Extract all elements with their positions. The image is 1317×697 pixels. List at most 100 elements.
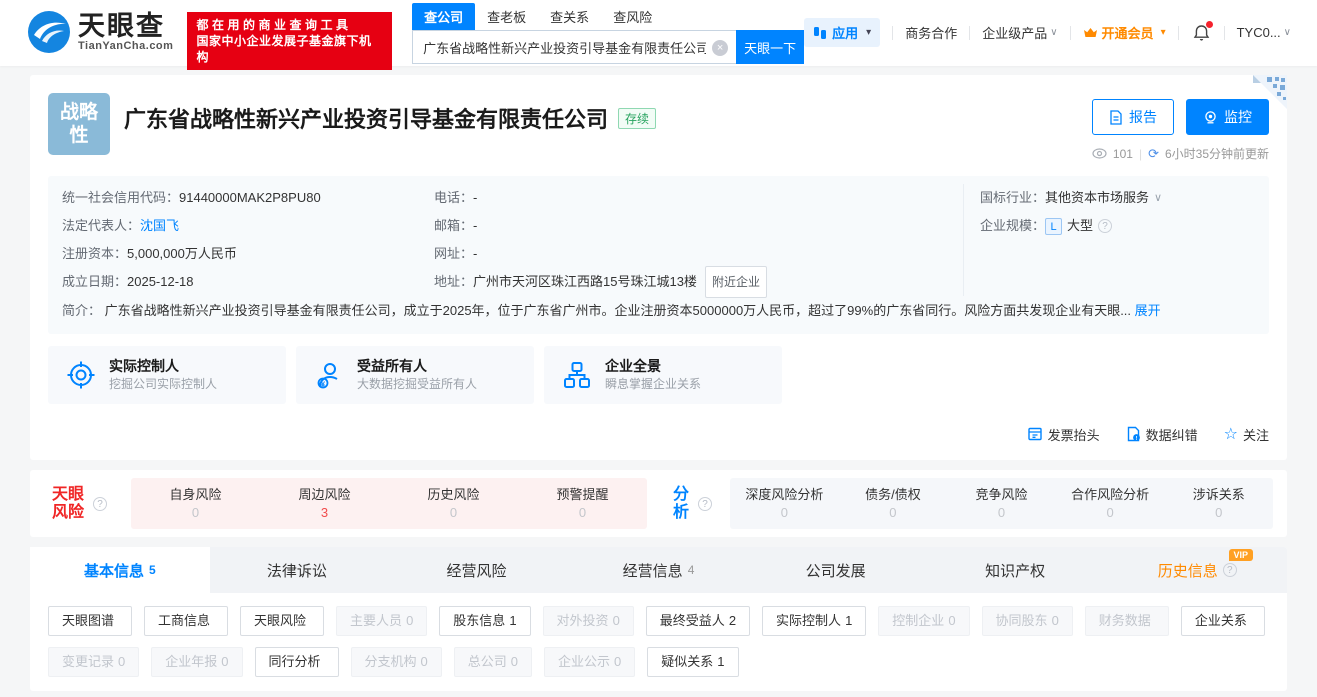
tab-history-info[interactable]: 历史信息 ? VIP	[1107, 547, 1287, 593]
tianyan-risk-logo: 天眼 风险	[52, 485, 85, 521]
eye-icon	[1092, 148, 1107, 159]
stats-divider: |	[1138, 146, 1143, 161]
invoice-icon	[1027, 426, 1043, 442]
chip-tianyan-risk[interactable]: 天眼风险	[240, 606, 325, 636]
apps-label: 应用	[832, 26, 859, 41]
chip-key-personnel: 主要人员 0	[336, 606, 428, 636]
nav-divider	[1223, 25, 1225, 40]
deep-risk-analysis-item[interactable]: 深度风险分析 0	[730, 485, 839, 522]
brand-name: 天眼查	[78, 11, 165, 41]
chip-controlled-companies: 控制企业 0	[878, 606, 970, 636]
actual-controller-card[interactable]: 实际控制人 挖掘公司实际控制人	[48, 346, 286, 404]
analysis-logo: 分 析	[673, 485, 690, 521]
tab-company-development[interactable]: 公司发展	[748, 547, 928, 593]
slogan-line1: 都在用的商业查询工具	[196, 18, 352, 32]
chip-ultimate-beneficiary[interactable]: 最终受益人 2	[645, 606, 751, 636]
chip-shareholders[interactable]: 股东信息 1	[439, 606, 531, 636]
warning-reminder-item[interactable]: 预警提醒 0	[518, 485, 647, 522]
nearby-companies-button[interactable]: 附近企业	[704, 266, 767, 298]
chevron-down-icon: ∨	[1283, 27, 1291, 38]
tab-basic-info[interactable]: 基本信息 5	[30, 547, 210, 593]
litigation-relation-item[interactable]: 涉诉关系 0	[1164, 485, 1273, 522]
correction-doc-icon: !	[1126, 426, 1141, 442]
tab-operational-risk[interactable]: 经营风险	[389, 547, 569, 593]
address-value: 广州市天河区珠江西路15号珠江城13楼	[473, 274, 697, 289]
enterprise-products-menu[interactable]: 企业级产品 ∨	[982, 23, 1057, 42]
update-time: 6小时35分钟前更新	[1164, 147, 1269, 161]
caret-down-icon: ▾	[1160, 27, 1166, 38]
search-tab-relation[interactable]: 查关系	[538, 3, 601, 30]
chip-peer-analysis[interactable]: 同行分析	[254, 647, 339, 677]
company-avatar: 战略 性	[48, 93, 110, 155]
search-tab-boss[interactable]: 查老板	[475, 3, 538, 30]
chevron-down-icon: ∨	[1050, 27, 1058, 38]
chip-suspected-relations[interactable]: 疑似关系 1	[647, 647, 739, 677]
star-icon: ☆	[1223, 426, 1238, 443]
slogan-banner: 都在用的商业查询工具 国家中小企业发展子基金旗下机构	[187, 12, 393, 70]
credit-code-value: 91440000MAK2P8PU80	[179, 190, 321, 205]
question-icon[interactable]: ?	[93, 496, 108, 511]
chip-actual-controller[interactable]: 实际控制人 1	[762, 606, 867, 636]
credit-code-label: 统一社会信用代码：	[62, 190, 180, 205]
chip-tianyan-graph[interactable]: 天眼图谱	[48, 606, 133, 636]
competition-risk-item[interactable]: 竞争风险 0	[947, 485, 1056, 522]
open-vip-menu[interactable]: 开通会员 ▾	[1083, 23, 1166, 42]
expand-link[interactable]: 展开	[1135, 303, 1161, 318]
surrounding-risk-item[interactable]: 周边风险 3	[260, 485, 389, 522]
debt-credit-item[interactable]: 债务/债权 0	[839, 485, 948, 522]
tab-business-info[interactable]: 经营信息 4	[569, 547, 749, 593]
beneficial-owner-card[interactable]: ¥ 受益所有人 大数据挖掘受益所有人	[296, 346, 534, 404]
question-icon[interactable]: ?	[698, 496, 713, 511]
search-tab-risk[interactable]: 查风险	[601, 3, 664, 30]
data-correction-button[interactable]: ! 数据纠错	[1126, 425, 1198, 444]
company-name: 广东省战略性新兴产业投资引导基金有限责任公司	[124, 107, 609, 132]
invoice-title-button[interactable]: 发票抬头	[1027, 425, 1100, 444]
follow-button[interactable]: ☆ 关注	[1224, 424, 1269, 444]
search-tab-company[interactable]: 查公司	[412, 3, 476, 30]
org-chart-icon	[562, 360, 592, 390]
notification-bell-icon[interactable]	[1193, 20, 1213, 42]
chip-annual-reports: 企业年报 0	[151, 647, 243, 677]
business-cooperation-link[interactable]: 商务合作	[905, 23, 957, 42]
chip-company-relations[interactable]: 企业关系	[1180, 606, 1265, 636]
search-area: 查公司 查老板 查关系 查风险 × 天眼一下	[412, 3, 805, 64]
legal-rep-link[interactable]: 沈国飞	[140, 212, 179, 240]
view-count: 101	[1112, 146, 1133, 161]
top-navbar: 天眼查 TianYanCha.com 都在用的商业查询工具 国家中小企业发展子基…	[0, 0, 1317, 70]
nav-divider	[1069, 25, 1071, 40]
intro-label: 简介：	[62, 303, 102, 318]
vip-badge: VIP	[1228, 549, 1254, 561]
main-tabbar: 基本信息 5 法律诉讼 经营风险 经营信息 4 公司发展 知识产权 历史信息 ? V…	[30, 547, 1287, 593]
brand-domain: TianYanCha.com	[78, 40, 174, 52]
slogan-line2: 国家中小企业发展子基金旗下机构	[196, 34, 372, 64]
reg-capital-value: 5,000,000万人民币	[127, 246, 237, 261]
question-icon[interactable]: ?	[1098, 219, 1113, 233]
user-account-menu[interactable]: TYC0... ∨	[1237, 25, 1291, 40]
search-button[interactable]: 天眼一下	[736, 30, 805, 64]
chip-outbound-investment: 对外投资 0	[542, 606, 634, 636]
crown-icon	[1083, 27, 1098, 39]
refresh-icon[interactable]: ⟳	[1148, 146, 1159, 162]
tab-legal-litigation[interactable]: 法律诉讼	[210, 547, 390, 593]
svg-text:!: !	[1135, 436, 1137, 442]
search-input[interactable]	[413, 31, 737, 63]
apps-menu[interactable]: 应用 ▾	[804, 18, 881, 47]
cooperation-risk-item[interactable]: 合作风险分析 0	[1056, 485, 1165, 522]
chip-branches: 分支机构 0	[350, 647, 442, 677]
report-button[interactable]: 报告	[1092, 99, 1174, 135]
scale-value: 大型	[1067, 218, 1094, 233]
corner-qr-decoration[interactable]	[1247, 75, 1287, 115]
chip-business-registration[interactable]: 工商信息	[144, 606, 229, 636]
caret-down-icon: ▾	[866, 27, 872, 38]
tab-intellectual-property[interactable]: 知识产权	[928, 547, 1108, 593]
question-icon: ?	[1222, 563, 1237, 577]
self-risk-item[interactable]: 自身风险 0	[131, 485, 260, 522]
historical-risk-item[interactable]: 历史风险 0	[389, 485, 518, 522]
company-panorama-card[interactable]: 企业全景 瞬息掌握企业关系	[544, 346, 782, 404]
company-summary-card: 战略 性 广东省战略性新兴产业投资引导基金有限责任公司 存续 报告 监控 101…	[30, 75, 1287, 460]
legal-rep-label: 法定代表人：	[62, 218, 141, 233]
tianyancha-logo[interactable]: 天眼查 TianYanCha.com	[28, 11, 173, 53]
est-date-label: 成立日期：	[62, 274, 128, 289]
chevron-down-icon[interactable]: ∨	[1154, 184, 1162, 212]
chip-head-office: 总公司 0	[453, 647, 533, 677]
